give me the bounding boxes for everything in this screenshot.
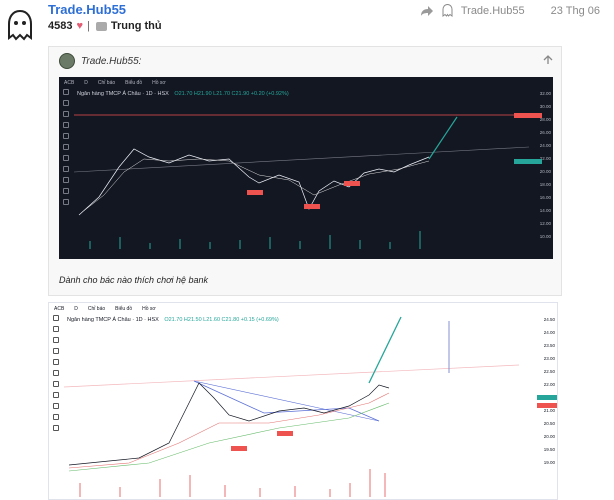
quote-avatar[interactable] <box>59 53 75 69</box>
forum-post: Trade.Hub55 4583 ♥ | Trung thủ Trade.Hub… <box>0 0 614 500</box>
user-stats: 4583 ♥ | Trung thủ <box>48 20 162 32</box>
dark-price-tag <box>514 113 542 118</box>
light-label-1 <box>231 446 247 451</box>
quote-header: Trade.Hub55: <box>59 53 141 69</box>
dark-label-1 <box>247 190 263 195</box>
light-label-2 <box>277 431 293 436</box>
light-chart-image[interactable]: ACB D Chỉ báo Biểu đồ Hồ sơ Ngân hàng TM… <box>48 302 558 500</box>
quote-block: Trade.Hub55: ACB D Chỉ báo Biểu đồ Hồ sơ <box>48 46 562 296</box>
post-meta: Trade.Hub55 23 Thg 06 <box>420 4 600 17</box>
award-icon <box>95 21 107 31</box>
dark-volume-bars <box>89 231 421 249</box>
ghost-avatar-icon[interactable] <box>6 10 34 42</box>
likes-count: 4583 <box>48 20 73 32</box>
dark-chart-image[interactable]: ACB D Chỉ báo Biểu đồ Hồ sơ Ngân hàng TM… <box>59 77 553 259</box>
quote-author[interactable]: Trade.Hub55: <box>81 56 141 67</box>
reply-arrow-icon[interactable] <box>420 5 434 17</box>
dark-label-3 <box>344 181 360 186</box>
dark-chart-plot <box>73 113 542 249</box>
stats-divider: | <box>87 20 90 32</box>
quote-caption: Dành cho bác nào thích chơi hệ bank <box>59 275 209 285</box>
heart-icon: ♥ <box>76 20 84 32</box>
light-volume-bars <box>79 469 386 497</box>
post-date[interactable]: 23 Thg 06 <box>551 5 600 17</box>
expand-arrow-icon[interactable] <box>543 55 553 65</box>
light-chart-plot <box>63 316 557 497</box>
light-price-tag-current <box>537 395 557 400</box>
light-price-tag <box>537 403 557 408</box>
ghost-small-icon <box>442 4 453 17</box>
post-username[interactable]: Trade.Hub55 <box>48 2 126 17</box>
meta-username[interactable]: Trade.Hub55 <box>461 5 525 17</box>
dark-label-2 <box>304 204 320 209</box>
award-label: Trung thủ <box>110 20 162 32</box>
dark-price-tag-current <box>514 159 542 164</box>
